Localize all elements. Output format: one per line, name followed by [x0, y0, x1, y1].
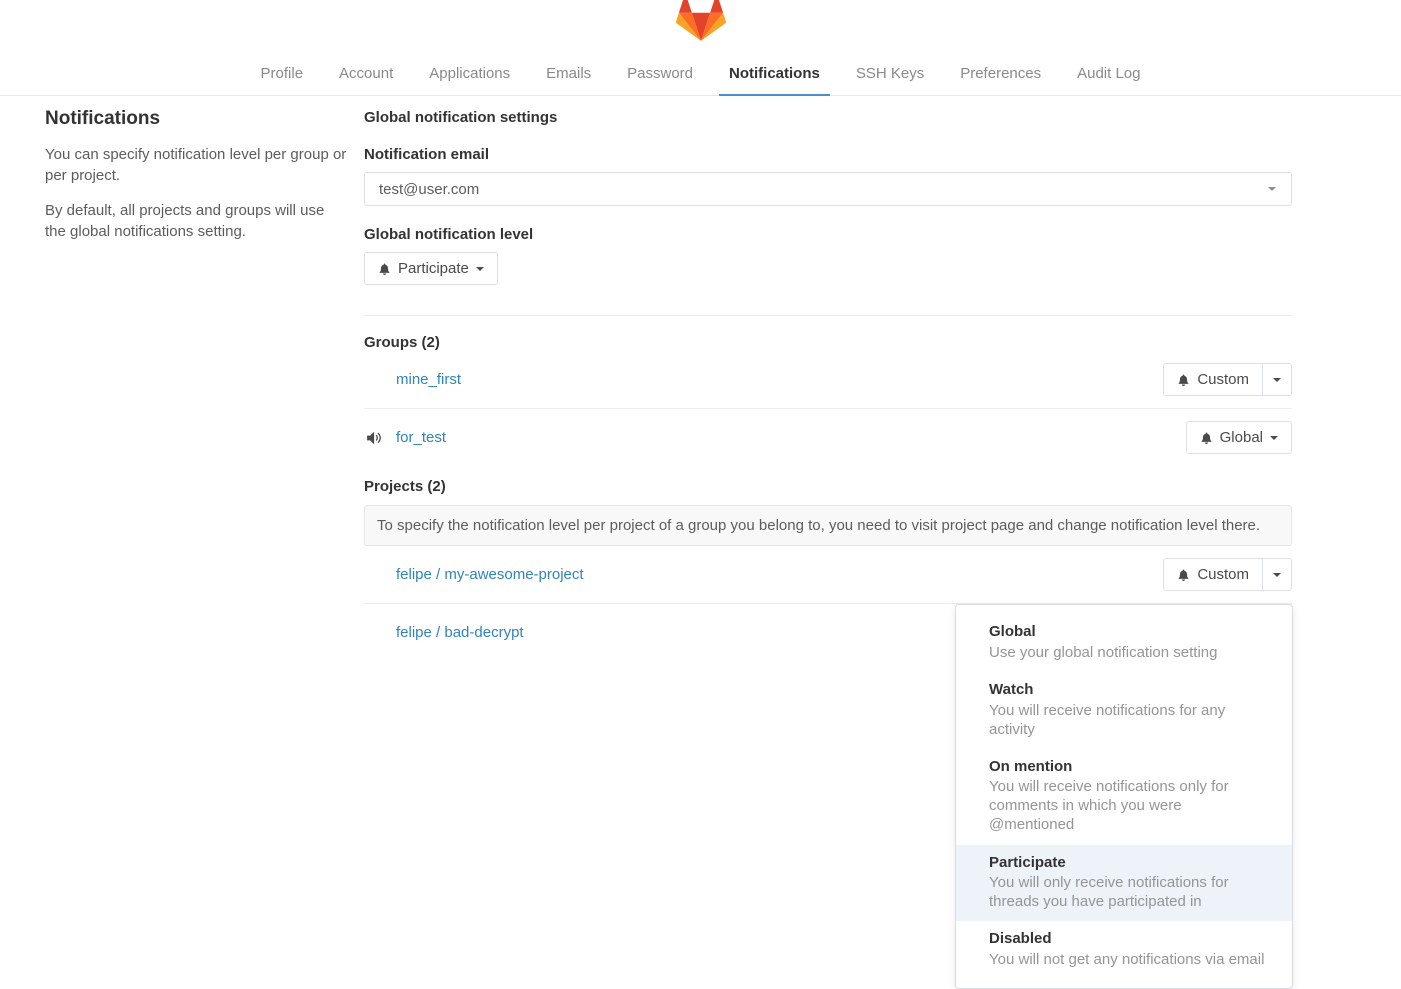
bell-icon — [378, 262, 391, 276]
projects-notice: To specify the notification level per pr… — [364, 505, 1292, 546]
bell-icon — [1200, 431, 1213, 445]
dropdown-item-description: You will only receive notifications for … — [989, 873, 1268, 911]
gitlab-tanuki-logo-icon — [676, 0, 726, 42]
caret-down-icon — [1273, 573, 1281, 577]
project-level-split-button: Custom — [1163, 558, 1292, 591]
bell-icon — [1177, 373, 1190, 387]
tab-profile[interactable]: Profile — [251, 54, 314, 96]
projects-heading: Projects (2) — [364, 478, 1292, 495]
group-for-test-level-label: Global — [1220, 429, 1263, 446]
caret-down-icon — [1273, 378, 1281, 382]
tab-password[interactable]: Password — [617, 54, 703, 96]
group-mine-first-level-label: Custom — [1197, 371, 1249, 388]
group-mine-first-caret-button[interactable] — [1263, 363, 1292, 396]
project-my-awesome-caret-button[interactable] — [1263, 558, 1292, 591]
dropdown-item-description: Use your global notification setting — [989, 643, 1268, 662]
group-level-split-button: Custom — [1163, 363, 1292, 396]
project-my-awesome-level-label: Custom — [1197, 566, 1249, 583]
notification-email-select[interactable]: test@user.com — [364, 172, 1292, 206]
notification-email-value: test@user.com — [379, 181, 479, 198]
global-level-button-label: Participate — [398, 260, 469, 277]
tab-applications[interactable]: Applications — [419, 54, 520, 96]
group-mine-first-level-button[interactable]: Custom — [1163, 363, 1263, 396]
group-for-test-level-button[interactable]: Global — [1186, 421, 1292, 454]
dropdown-item-title: Disabled — [989, 930, 1268, 949]
project-link-bad-decrypt[interactable]: felipe / bad-decrypt — [396, 624, 524, 641]
dropdown-item-participate[interactable]: Participate You will only receive notifi… — [956, 845, 1292, 922]
group-row-for-test: for_test Global — [364, 409, 1292, 466]
bell-icon — [1177, 568, 1190, 582]
page-header: Profile Account Applications Emails Pass… — [0, 0, 1401, 96]
groups-heading: Groups (2) — [364, 334, 1292, 351]
sidebar-description-1: You can specify notification level per g… — [45, 144, 347, 186]
global-settings-heading: Global notification settings — [364, 109, 1292, 126]
volume-up-icon — [367, 431, 384, 445]
caret-down-icon — [476, 267, 484, 271]
group-row-mine-first: mine_first Custom — [364, 351, 1292, 408]
global-level-button[interactable]: Participate — [364, 252, 498, 285]
dropdown-item-global[interactable]: Global Use your global notification sett… — [956, 614, 1292, 672]
dropdown-item-title: Watch — [989, 681, 1268, 700]
dropdown-item-title: Global — [989, 623, 1268, 642]
group-link-mine-first[interactable]: mine_first — [396, 371, 461, 388]
tab-ssh-keys[interactable]: SSH Keys — [846, 54, 934, 96]
project-my-awesome-level-button[interactable]: Custom — [1163, 558, 1263, 591]
divider — [364, 315, 1292, 316]
tab-emails[interactable]: Emails — [536, 54, 601, 96]
tab-account[interactable]: Account — [329, 54, 403, 96]
project-link-my-awesome-project[interactable]: felipe / my-awesome-project — [396, 566, 584, 583]
dropdown-item-on-mention[interactable]: On mention You will receive notification… — [956, 749, 1292, 845]
dropdown-item-disabled[interactable]: Disabled You will not get any notificati… — [956, 921, 1292, 979]
caret-down-icon — [1270, 436, 1278, 440]
group-link-for-test[interactable]: for_test — [396, 429, 446, 446]
project-row-my-awesome-project: felipe / my-awesome-project Custom — [364, 546, 1292, 603]
notification-email-label: Notification email — [364, 146, 1292, 163]
dropdown-item-description: You will receive notifications for any a… — [989, 701, 1268, 739]
notifications-sidebar: Notifications You can specify notificati… — [45, 96, 347, 242]
chevron-down-icon — [1268, 187, 1276, 191]
dropdown-item-watch[interactable]: Watch You will receive notifications for… — [956, 672, 1292, 749]
dropdown-item-description: You will receive notifications only for … — [989, 777, 1268, 834]
notification-level-dropdown: Global Use your global notification sett… — [955, 604, 1293, 989]
dropdown-item-description: You will not get any notifications via e… — [989, 950, 1268, 969]
tab-notifications[interactable]: Notifications — [719, 54, 830, 96]
sidebar-description-2: By default, all projects and groups will… — [45, 200, 347, 242]
notification-settings-main: Global notification settings Notificatio… — [364, 96, 1292, 661]
tab-preferences[interactable]: Preferences — [950, 54, 1051, 96]
tab-audit-log[interactable]: Audit Log — [1067, 54, 1150, 96]
dropdown-item-title: On mention — [989, 758, 1268, 777]
global-level-label: Global notification level — [364, 226, 1292, 243]
dropdown-item-title: Participate — [989, 854, 1268, 873]
page-title: Notifications — [45, 108, 347, 130]
profile-settings-nav: Profile Account Applications Emails Pass… — [0, 54, 1401, 96]
